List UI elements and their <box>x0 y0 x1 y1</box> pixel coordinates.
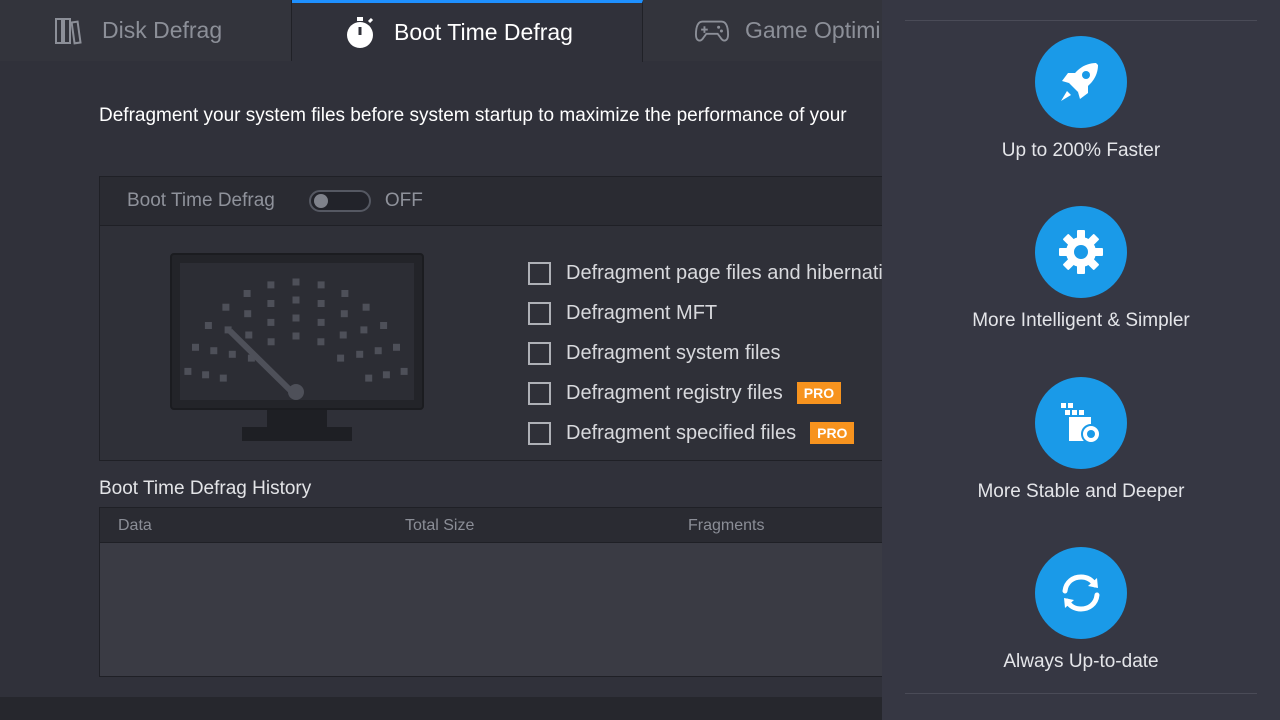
rocket-icon <box>1035 36 1127 128</box>
defrag-blocks-icon <box>1035 377 1127 469</box>
speedometer-dot <box>292 332 300 340</box>
speedometer-dot <box>202 371 210 379</box>
option-page-files[interactable]: Defragment page files and hibernatio <box>528 253 882 293</box>
refresh-icon <box>1035 547 1127 639</box>
speedometer-dot <box>192 343 199 351</box>
speedometer-dot <box>292 296 300 304</box>
tab-label: Disk Defrag <box>102 17 223 43</box>
tab-bar: Disk Defrag Boot Time Defrag Game Optimi <box>0 0 882 62</box>
option-registry-files[interactable]: Defragment registry files PRO <box>528 373 882 413</box>
pro-badge: PRO <box>796 382 842 404</box>
speedometer-dot <box>292 278 300 286</box>
speedometer-dot <box>267 300 275 307</box>
main-panel: Disk Defrag Boot Time Defrag Game Optimi… <box>0 0 882 720</box>
pro-badge: PRO <box>810 422 855 444</box>
speedometer-dot <box>245 331 253 339</box>
stopwatch-icon <box>344 16 378 50</box>
bottom-strip <box>0 697 882 720</box>
speedometer-dot <box>393 343 400 351</box>
gamepad-icon <box>695 14 729 48</box>
history-table: Data Total Size Fragments <box>99 507 882 677</box>
monitor-speedometer-illustration <box>170 253 426 453</box>
speedometer-dot <box>267 318 275 326</box>
tab-label: Boot Time Defrag <box>394 19 573 45</box>
speedometer-dot <box>337 354 345 362</box>
checkbox[interactable] <box>528 421 551 445</box>
divider <box>905 20 1257 21</box>
option-specified-files[interactable]: Defragment specified files PRO <box>528 413 882 453</box>
speedometer-dot <box>362 303 370 311</box>
feature-up-to-date: Always Up-to-date <box>882 547 1280 673</box>
speedometer-dot <box>360 326 368 334</box>
option-mft[interactable]: Defragment MFT <box>528 293 882 333</box>
speedometer-dot <box>267 281 275 289</box>
speedometer-dot <box>317 338 325 346</box>
speedometer-dot <box>184 367 192 375</box>
history-table-header: Data Total Size Fragments <box>100 508 882 543</box>
tab-label: Game Optimi <box>745 17 881 43</box>
tab-boot-time-defrag[interactable]: Boot Time Defrag <box>292 0 643 62</box>
speedometer-dot <box>228 350 236 358</box>
option-label: Defragment system files <box>566 341 781 364</box>
speedometer-dot <box>380 322 388 329</box>
speedometer-dot <box>317 281 325 289</box>
feature-stable: More Stable and Deeper <box>882 377 1280 503</box>
speedometer-dot <box>365 374 373 382</box>
tab-disk-defrag[interactable]: Disk Defrag <box>0 0 292 61</box>
speedometer-dot <box>340 310 348 318</box>
boot-defrag-box: Boot Time Defrag OFF Defragment page fil… <box>99 176 882 461</box>
column-header-fragments[interactable]: Fragments <box>688 517 764 535</box>
tab-game-optimize[interactable]: Game Optimi <box>643 0 882 61</box>
features-panel: Up to 200% Faster More Intelligent & Sim… <box>882 0 1280 720</box>
speedometer-dot <box>210 347 218 355</box>
feature-label: More Stable and Deeper <box>977 481 1185 502</box>
speedometer-dot <box>204 322 212 329</box>
speedometer-dot <box>219 374 227 382</box>
toggle-knob <box>313 194 328 208</box>
boot-defrag-toggle[interactable] <box>308 190 371 212</box>
feature-label: More Intelligent & Simpler <box>972 310 1190 331</box>
speedometer-dot <box>292 314 300 322</box>
option-system-files[interactable]: Defragment system files <box>528 333 882 373</box>
checkbox[interactable] <box>528 301 551 325</box>
feature-faster: Up to 200% Faster <box>882 36 1280 162</box>
speedometer-dot <box>356 350 364 358</box>
checkbox[interactable] <box>528 381 551 405</box>
option-label: Defragment MFT <box>566 301 718 324</box>
checkbox[interactable] <box>528 341 551 365</box>
speedometer-dot <box>382 371 390 379</box>
disk-defrag-icon <box>52 14 86 48</box>
speedometer-dot <box>317 300 325 307</box>
speedometer-dot <box>339 331 347 339</box>
column-header-total-size[interactable]: Total Size <box>405 517 474 535</box>
speedometer-dot <box>317 318 325 326</box>
defrag-options: Defragment page files and hibernatio Def… <box>528 253 882 453</box>
divider <box>905 693 1257 694</box>
speedometer-dot <box>243 290 251 297</box>
speedometer-dot <box>341 290 349 297</box>
feature-label: Up to 200% Faster <box>1001 140 1161 161</box>
feature-label: Always Up-to-date <box>1003 651 1159 672</box>
description-text: Defragment your system files before syst… <box>99 105 847 126</box>
option-label: Defragment registry files <box>566 381 783 404</box>
boot-defrag-title: Boot Time Defrag <box>127 190 275 211</box>
speedometer-dot <box>267 338 275 346</box>
speedometer-dot <box>244 310 252 318</box>
speedometer-dot <box>374 347 382 355</box>
speedometer-dot <box>222 303 230 311</box>
toggle-state-label: OFF <box>384 190 423 211</box>
feature-intelligent: More Intelligent & Simpler <box>882 206 1280 332</box>
speedometer-dot <box>400 367 408 375</box>
column-header-data[interactable]: Data <box>118 517 152 535</box>
checkbox[interactable] <box>528 261 551 285</box>
gear-icon <box>1035 206 1127 298</box>
option-label: Defragment specified files <box>566 421 797 444</box>
option-label: Defragment page files and hibernatio <box>566 261 882 284</box>
boot-defrag-header: Boot Time Defrag OFF <box>100 177 882 226</box>
history-title: Boot Time Defrag History <box>99 478 312 499</box>
